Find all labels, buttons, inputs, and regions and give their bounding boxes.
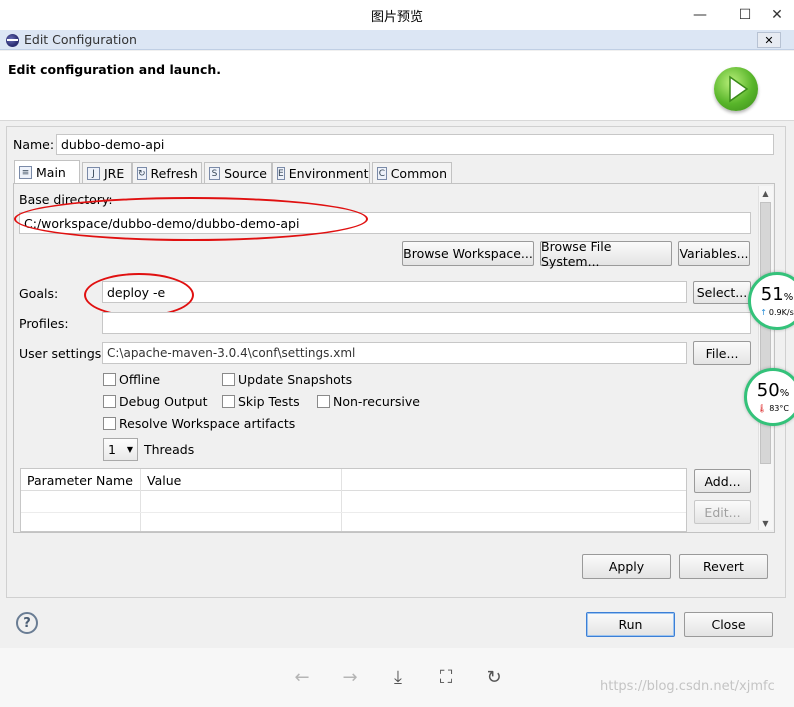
temp-percent-unit: %	[779, 388, 790, 399]
tab-source[interactable]: S Source	[204, 162, 272, 184]
common-icon: C	[377, 167, 387, 180]
tab-environment-label: Environment	[288, 166, 369, 181]
tab-jre-label: JRE	[104, 166, 125, 181]
annotation-ellipse-goals	[84, 273, 194, 317]
table-column-divider	[341, 469, 342, 531]
browse-file-system-button[interactable]: Browse File System...	[540, 239, 672, 269]
close-button[interactable]: Close	[684, 612, 773, 637]
table-header-parameter-name: Parameter Name	[27, 473, 133, 488]
temp-percent-value: 50	[756, 380, 780, 401]
upload-arrow-icon: ↑	[760, 308, 767, 317]
variables-button[interactable]: Variables...	[678, 241, 750, 266]
threads-select[interactable]: 1 ▼	[103, 438, 138, 461]
tab-common[interactable]: C Common	[372, 162, 452, 184]
skip-tests-label: Skip Tests	[238, 394, 300, 409]
resolve-workspace-checkbox[interactable]	[103, 417, 116, 430]
refresh-icon: ↻	[137, 167, 147, 180]
minimize-button[interactable]: —	[680, 0, 720, 30]
tab-main-label: Main	[36, 165, 66, 180]
add-parameter-button[interactable]: Add...	[694, 469, 751, 493]
threads-label: Threads	[144, 442, 195, 457]
viewer-title: 图片预览	[370, 9, 423, 25]
chevron-down-icon: ▼	[126, 445, 133, 454]
rotate-icon[interactable]: ↻	[481, 664, 507, 690]
browse-workspace-button[interactable]: Browse Workspace...	[402, 241, 534, 266]
tab-refresh-label: Refresh	[150, 166, 198, 181]
offline-checkbox[interactable]	[103, 373, 116, 386]
annotation-ellipse-base-directory	[14, 197, 368, 241]
user-settings-label: User settings:	[19, 346, 106, 361]
dialog-title: Edit Configuration	[24, 32, 137, 47]
scroll-up-icon[interactable]: ▲	[758, 186, 773, 200]
download-icon[interactable]: ⤓	[385, 664, 411, 690]
fit-screen-icon[interactable]: ⛶	[433, 664, 459, 690]
jre-icon: J	[87, 167, 100, 180]
dialog-close-button[interactable]: ✕	[757, 32, 781, 48]
thermometer-icon: 🌡	[757, 404, 768, 413]
net-speed: 0.9K/s	[768, 308, 794, 317]
source-icon: S	[209, 167, 221, 180]
watermark-text: https://blog.csdn.net/xjmfc	[600, 679, 775, 694]
eclipse-icon	[6, 34, 19, 47]
header-message: Edit configuration and launch.	[8, 62, 222, 77]
name-input[interactable]: dubbo-demo-api	[56, 134, 774, 155]
update-snapshots-label: Update Snapshots	[238, 372, 353, 387]
close-viewer-button[interactable]: ✕	[757, 0, 794, 30]
table-header-value: Value	[147, 473, 182, 488]
tab-main[interactable]: ≡ Main	[14, 160, 80, 184]
cpu-value: 51	[760, 284, 784, 305]
profiles-label: Profiles:	[19, 316, 69, 331]
threads-value: 1	[108, 442, 116, 457]
resolve-workspace-label: Resolve Workspace artifacts	[119, 416, 296, 431]
temperature-monitor-widget[interactable]: 50% 🌡 83°C	[744, 368, 794, 426]
edit-parameter-button[interactable]: Edit...	[694, 500, 751, 524]
previous-arrow-icon[interactable]: ←	[289, 664, 315, 690]
main-tab-icon: ≡	[19, 166, 32, 179]
select-goals-button[interactable]: Select...	[693, 281, 751, 304]
run-launch-icon	[714, 67, 758, 111]
run-button[interactable]: Run	[586, 612, 675, 637]
cpu-unit: %	[783, 292, 794, 303]
user-settings-input[interactable]: C:\apache-maven-3.0.4\conf\settings.xml	[102, 342, 687, 364]
update-snapshots-checkbox[interactable]	[222, 373, 235, 386]
non-recursive-checkbox[interactable]	[317, 395, 330, 408]
environment-icon: E	[277, 167, 285, 180]
apply-button[interactable]: Apply	[582, 554, 671, 579]
name-label: Name:	[13, 137, 55, 152]
goals-label: Goals:	[19, 286, 59, 301]
tab-environment[interactable]: E Environment	[272, 162, 370, 184]
offline-label: Offline	[119, 372, 161, 387]
scroll-down-icon[interactable]: ▼	[758, 516, 773, 530]
profiles-input[interactable]	[102, 312, 751, 334]
table-column-divider	[140, 469, 141, 531]
next-arrow-icon[interactable]: →	[337, 664, 363, 690]
debug-output-label: Debug Output	[119, 394, 208, 409]
debug-output-checkbox[interactable]	[103, 395, 116, 408]
revert-button[interactable]: Revert	[679, 554, 768, 579]
temperature: 83°C	[769, 404, 789, 413]
tab-common-label: Common	[390, 166, 447, 181]
tab-source-label: Source	[224, 166, 267, 181]
non-recursive-label: Non-recursive	[333, 394, 420, 409]
file-button[interactable]: File...	[693, 341, 751, 365]
tab-refresh[interactable]: ↻ Refresh	[132, 162, 202, 184]
table-row	[21, 512, 686, 513]
help-icon[interactable]: ?	[16, 612, 38, 634]
skip-tests-checkbox[interactable]	[222, 395, 235, 408]
tab-jre[interactable]: J JRE	[82, 162, 132, 184]
